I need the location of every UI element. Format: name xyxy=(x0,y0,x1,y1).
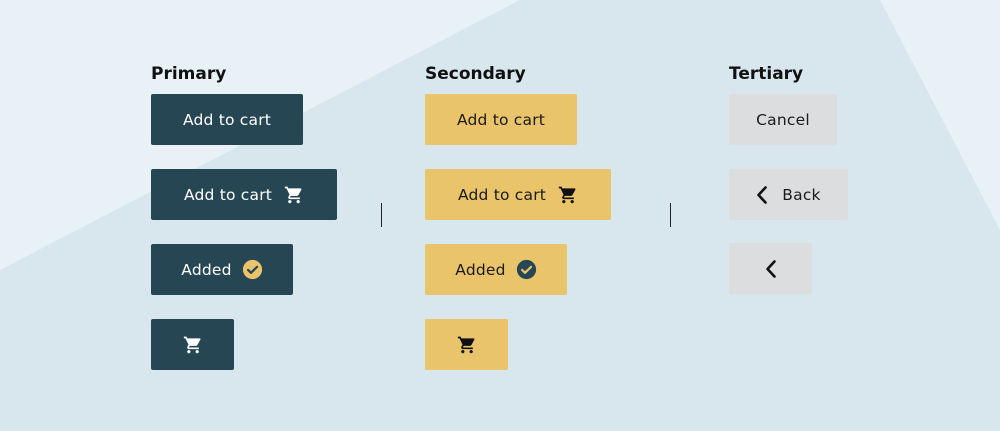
check-circle-icon xyxy=(242,259,263,280)
primary-heading: Primary xyxy=(151,64,227,84)
primary-add-to-cart-button[interactable]: Add to cart xyxy=(151,94,303,145)
cart-icon xyxy=(558,185,578,205)
button-label: Add to cart xyxy=(183,185,273,204)
button-label: Added xyxy=(181,260,232,279)
column-divider xyxy=(381,203,382,227)
button-label: Added xyxy=(455,260,506,279)
primary-add-to-cart-with-icon-button[interactable]: Add to cart xyxy=(151,169,337,220)
cart-icon xyxy=(457,335,477,355)
tertiary-cancel-button[interactable]: Cancel xyxy=(729,94,837,145)
primary-cart-icon-button[interactable] xyxy=(151,319,234,370)
chevron-left-icon xyxy=(756,185,768,205)
button-label: Back xyxy=(782,185,821,204)
cart-icon xyxy=(183,335,203,355)
button-label: Add to cart xyxy=(457,185,547,204)
column-divider xyxy=(670,203,671,227)
cart-icon xyxy=(284,185,304,205)
button-label: Add to cart xyxy=(182,110,272,129)
check-circle-icon xyxy=(516,259,537,280)
secondary-cart-icon-button[interactable] xyxy=(425,319,508,370)
button-label: Add to cart xyxy=(456,110,546,129)
secondary-add-to-cart-button[interactable]: Add to cart xyxy=(425,94,577,145)
tertiary-back-button[interactable]: Back xyxy=(729,169,848,220)
secondary-added-button[interactable]: Added xyxy=(425,244,567,295)
primary-added-button[interactable]: Added xyxy=(151,244,293,295)
secondary-heading: Secondary xyxy=(425,64,526,84)
secondary-add-to-cart-with-icon-button[interactable]: Add to cart xyxy=(425,169,611,220)
tertiary-back-icon-button[interactable] xyxy=(729,243,812,294)
button-label: Cancel xyxy=(756,110,810,129)
chevron-left-icon xyxy=(765,259,777,279)
tertiary-heading: Tertiary xyxy=(729,64,804,84)
